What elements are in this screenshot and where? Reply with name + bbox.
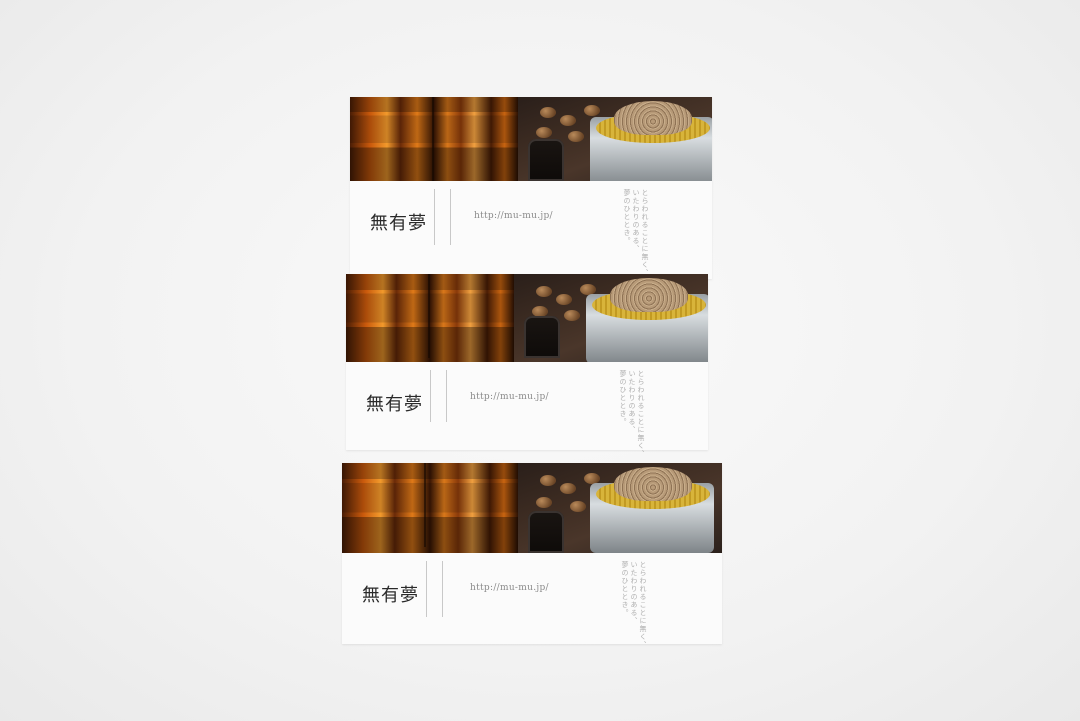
divider: [450, 189, 451, 245]
dipping-sauce-cup: [524, 316, 560, 358]
brand-logo: 無有夢: [362, 585, 419, 606]
restaurant-interior-image: [342, 463, 518, 553]
divider: [434, 189, 435, 245]
tagline: とらわれることに無く、 いたわりのある、 夢のひととき。: [619, 370, 645, 458]
card-photo-strip: [346, 274, 708, 362]
flyer-card-1: 無有夢 http://mu-mu.jp/ とらわれることに無く、 いたわりのある…: [350, 97, 712, 279]
dipping-sauce-cup: [528, 139, 564, 181]
website-url: http://mu-mu.jp/: [470, 583, 549, 593]
divider: [430, 370, 431, 422]
brand-logo: 無有夢: [370, 213, 427, 234]
flyer-card-3: 無有夢 http://mu-mu.jp/ とらわれることに無く、 いたわりのある…: [342, 463, 722, 649]
brand-logo: 無有夢: [366, 394, 423, 415]
card-photo-strip: [342, 463, 722, 553]
tagline: とらわれることに無く、 いたわりのある、 夢のひととき。: [623, 189, 649, 277]
website-url: http://mu-mu.jp/: [474, 211, 553, 221]
restaurant-interior-image: [350, 97, 518, 181]
website-url: http://mu-mu.jp/: [470, 392, 549, 402]
card-info: 無有夢 http://mu-mu.jp/ とらわれることに無く、 いたわりのある…: [350, 181, 712, 279]
divider: [442, 561, 443, 617]
divider: [446, 370, 447, 422]
soba-noodles: [614, 467, 692, 501]
flyer-card-2: 無有夢 http://mu-mu.jp/ とらわれることに無く、 いたわりのある…: [346, 274, 708, 458]
soba-noodles: [614, 101, 692, 135]
dipping-sauce-cup: [528, 511, 564, 553]
address-text-block: [400, 187, 406, 243]
restaurant-interior-image: [346, 274, 514, 362]
soba-dish-image: [518, 97, 712, 181]
tagline: とらわれることに無く、 いたわりのある、 夢のひととき。: [621, 561, 647, 649]
soba-noodles: [610, 278, 688, 312]
card-photo-strip: [350, 97, 712, 181]
card-info: 無有夢 http://mu-mu.jp/ とらわれることに無く、 いたわりのある…: [342, 553, 722, 651]
card-info: 無有夢 http://mu-mu.jp/ とらわれることに無く、 いたわりのある…: [346, 362, 708, 460]
soba-dish-image: [518, 463, 722, 553]
divider: [426, 561, 427, 617]
photo-scene: 無有夢 http://mu-mu.jp/ とらわれることに無く、 いたわりのある…: [0, 0, 1080, 721]
soba-dish-image: [514, 274, 708, 362]
